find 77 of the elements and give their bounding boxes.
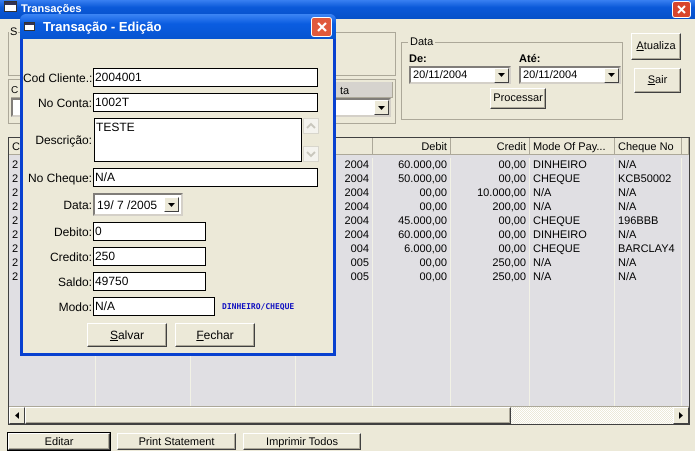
table-cell: N/A xyxy=(615,186,682,200)
field-label: De: xyxy=(409,53,427,66)
table-cell: 250,00 xyxy=(451,270,530,284)
table-cell: KCB50002 xyxy=(615,172,682,186)
field-label: No Cheque: xyxy=(26,170,93,186)
close-icon[interactable] xyxy=(311,16,332,36)
field-label: No Conta: xyxy=(36,94,93,112)
column-header[interactable]: Credit xyxy=(451,138,530,155)
dialog-button[interactable]: Fechar xyxy=(175,323,255,347)
table-cell: 45.000,00 xyxy=(373,214,451,228)
table-cell: 00,00 xyxy=(373,270,451,284)
table-cell: 60.000,00 xyxy=(373,158,451,172)
field-label: Modo: xyxy=(58,298,93,316)
table-cell: 00,00 xyxy=(373,200,451,214)
table-cell: 00,00 xyxy=(451,242,530,256)
table-cell: N/A xyxy=(530,256,615,270)
input-field[interactable]: 1002T xyxy=(93,93,318,112)
table-cell: N/A xyxy=(615,200,682,214)
scroll-thumb[interactable] xyxy=(25,407,511,424)
table-cell: 00,00 xyxy=(373,186,451,200)
column-header[interactable]: Cheque No xyxy=(615,138,682,155)
column-header[interactable]: Debit xyxy=(373,138,451,155)
table-cell: 00,00 xyxy=(451,172,530,186)
table-cell: 60.000,00 xyxy=(373,228,451,242)
date-dropdown[interactable]: 20/11/2004 xyxy=(519,66,621,84)
date-picker[interactable]: 19/ 7 /2005 xyxy=(93,193,183,216)
side-button[interactable]: Atualiza xyxy=(631,33,681,60)
action-button[interactable]: Editar xyxy=(8,433,110,450)
date-dropdown[interactable]: 20/11/2004 xyxy=(409,66,511,84)
text-area[interactable]: TESTE xyxy=(94,118,302,162)
table-cell: 196BBB xyxy=(615,214,682,228)
table-cell: N/A xyxy=(615,158,682,172)
side-button[interactable]: Sair xyxy=(634,68,681,93)
window-icon xyxy=(24,22,35,31)
table-cell: 00,00 xyxy=(373,256,451,270)
table-cell: CHEQUE xyxy=(530,214,615,228)
table-cell: DINHEIRO xyxy=(530,158,615,172)
input-field[interactable]: N/A xyxy=(93,297,215,316)
input-field[interactable]: 250 xyxy=(93,247,206,266)
table-cell: 200,00 xyxy=(451,200,530,214)
process-button[interactable]: Processar xyxy=(490,88,546,109)
window-icon xyxy=(4,1,17,12)
close-icon[interactable] xyxy=(672,1,691,18)
input-field[interactable]: 49750 xyxy=(93,272,206,291)
table-cell: N/A xyxy=(615,256,682,270)
input-field[interactable]: 0 xyxy=(93,222,206,241)
horizontal-scrollbar[interactable] xyxy=(9,406,689,424)
table-cell: N/A xyxy=(615,270,682,284)
table-cell: CHEQUE xyxy=(530,172,615,186)
dialog-title: Transação - Edição xyxy=(43,18,162,36)
column-header[interactable]: Mode Of Pay... xyxy=(530,138,615,155)
table-cell: 6.000,00 xyxy=(373,242,451,256)
window-title: Transações xyxy=(21,2,83,17)
table-cell: N/A xyxy=(615,228,682,242)
field-label: Descrição: xyxy=(34,132,93,149)
table-cell: 00,00 xyxy=(451,228,530,242)
hint-text: DINHEIRO/CHEQUE xyxy=(222,300,294,312)
table-cell: N/A xyxy=(530,270,615,284)
table-cell: 10.000,00 xyxy=(451,186,530,200)
table-cell: 00,00 xyxy=(451,158,530,172)
action-button[interactable]: Print Statement xyxy=(117,433,236,450)
action-button[interactable]: Imprimir Todos xyxy=(243,433,361,450)
table-cell: 250,00 xyxy=(451,256,530,270)
field-label: Até: xyxy=(519,53,540,66)
dialog-button[interactable]: Salvar xyxy=(87,323,167,347)
table-cell: N/A xyxy=(530,186,615,200)
table-cell: CHEQUE xyxy=(530,242,615,256)
table-cell: N/A xyxy=(530,200,615,214)
table-cell: DINHEIRO xyxy=(530,228,615,242)
input-field[interactable]: N/A xyxy=(93,168,318,187)
table-cell: 00,00 xyxy=(451,214,530,228)
table-cell: BARCLAY4 xyxy=(615,242,682,256)
scroll-left-icon[interactable] xyxy=(9,407,25,424)
table-cell: 50.000,00 xyxy=(373,172,451,186)
input-field[interactable]: 2004001 xyxy=(93,68,318,87)
scroll-right-icon[interactable] xyxy=(673,407,689,424)
field-label: Cod Cliente.: xyxy=(23,70,93,86)
